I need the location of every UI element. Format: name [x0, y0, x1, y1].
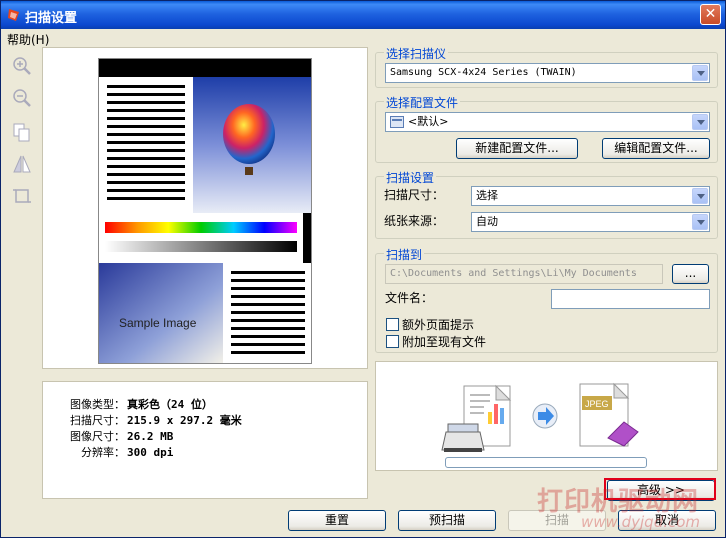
- scan-settings-title: 扫描设置: [384, 169, 437, 186]
- group-scan-to: 扫描到 C:\Documents and Settings\Li\My Docu…: [375, 246, 718, 353]
- preview-toolbar: [7, 49, 35, 219]
- window-title: 扫描设置: [25, 11, 78, 26]
- prescan-button[interactable]: 预扫描: [398, 510, 496, 531]
- scan-diagram-pane: JPEG: [375, 361, 718, 471]
- filename-input[interactable]: [551, 289, 710, 309]
- paper-source-select[interactable]: 自动: [471, 212, 710, 232]
- close-button[interactable]: ✕: [700, 4, 721, 25]
- title-bar[interactable]: 扫描设置 ✕: [1, 1, 725, 29]
- filename-label: 文件名：: [385, 291, 434, 305]
- chevron-down-icon[interactable]: [692, 188, 708, 204]
- group-select-scanner: 选择扫描仪 Samsung SCX-4x24 Series (TWAIN): [375, 45, 718, 88]
- select-profile-title: 选择配置文件: [384, 94, 461, 111]
- scan-progress-bar: [445, 457, 647, 468]
- paper-source-label: 纸张来源：: [384, 214, 445, 228]
- image-info-pane: 图像类型： 真彩色（24 位） 扫描尺寸： 215.9 x 297.2 毫米 图像尺…: [42, 381, 368, 499]
- info-image-size: 图像尺寸： 26.2 MB: [70, 430, 174, 443]
- edit-profile-button[interactable]: 编辑配置文件...: [602, 138, 710, 159]
- jpeg-label: JPEG: [585, 399, 609, 409]
- zoom-out-icon[interactable]: [11, 87, 33, 109]
- group-scan-settings: 扫描设置 扫描尺寸： 选择 纸张来源： 自动: [375, 169, 718, 239]
- scan-to-title: 扫描到: [384, 246, 425, 263]
- preview-pane: Sample Image: [42, 47, 368, 369]
- crop-icon[interactable]: [11, 185, 33, 207]
- info-resolution: 分辨率： 300 dpi: [81, 446, 174, 459]
- menu-help[interactable]: 帮助(H): [7, 31, 49, 48]
- watermark-url: www.dyjqd.com: [581, 513, 701, 531]
- chevron-down-icon[interactable]: [692, 65, 708, 81]
- chevron-down-icon[interactable]: [692, 214, 708, 230]
- scan-size-label: 扫描尺寸：: [384, 188, 445, 202]
- append-existing-checkbox[interactable]: 附加至现有文件: [386, 333, 486, 350]
- info-scan-size: 扫描尺寸： 215.9 x 297.2 毫米: [70, 414, 242, 427]
- new-profile-button[interactable]: 新建配置文件...: [456, 138, 578, 159]
- jpeg-file-icon: JPEG: [579, 382, 639, 447]
- scan-size-select[interactable]: 选择: [471, 186, 710, 206]
- sample-image-text: Sample Image: [119, 316, 197, 330]
- rotate-icon[interactable]: [11, 121, 33, 143]
- browse-button[interactable]: ...: [672, 264, 709, 284]
- preview-page: Sample Image: [98, 58, 312, 364]
- profile-select[interactable]: <默认>: [385, 112, 710, 132]
- zoom-in-icon[interactable]: [11, 55, 33, 77]
- scanner-select[interactable]: Samsung SCX-4x24 Series (TWAIN): [385, 63, 710, 83]
- scan-settings-window: 扫描设置 ✕ 帮助(H) Sample Image 图像类型： 真彩色（24 位…: [0, 0, 726, 538]
- save-path-field: C:\Documents and Settings\Li\My Document…: [385, 264, 663, 284]
- scanner-icon: [441, 423, 485, 452]
- profile-icon: [390, 116, 404, 128]
- app-icon: [8, 9, 19, 21]
- arrow-right-icon: [532, 403, 558, 429]
- preview-image: Sample Image: [99, 59, 311, 363]
- scan-flow-diagram: JPEG: [441, 382, 639, 452]
- extra-page-prompt-checkbox[interactable]: 额外页面提示: [386, 316, 474, 333]
- menu-bar: 帮助(H): [1, 29, 725, 47]
- group-select-profile: 选择配置文件 <默认> 新建配置文件... 编辑配置文件...: [375, 94, 718, 163]
- info-image-type: 图像类型： 真彩色（24 位）: [70, 398, 213, 411]
- reset-button[interactable]: 重置: [288, 510, 386, 531]
- select-scanner-title: 选择扫描仪: [384, 45, 449, 62]
- mirror-icon[interactable]: [11, 153, 33, 175]
- chevron-down-icon[interactable]: [692, 114, 708, 130]
